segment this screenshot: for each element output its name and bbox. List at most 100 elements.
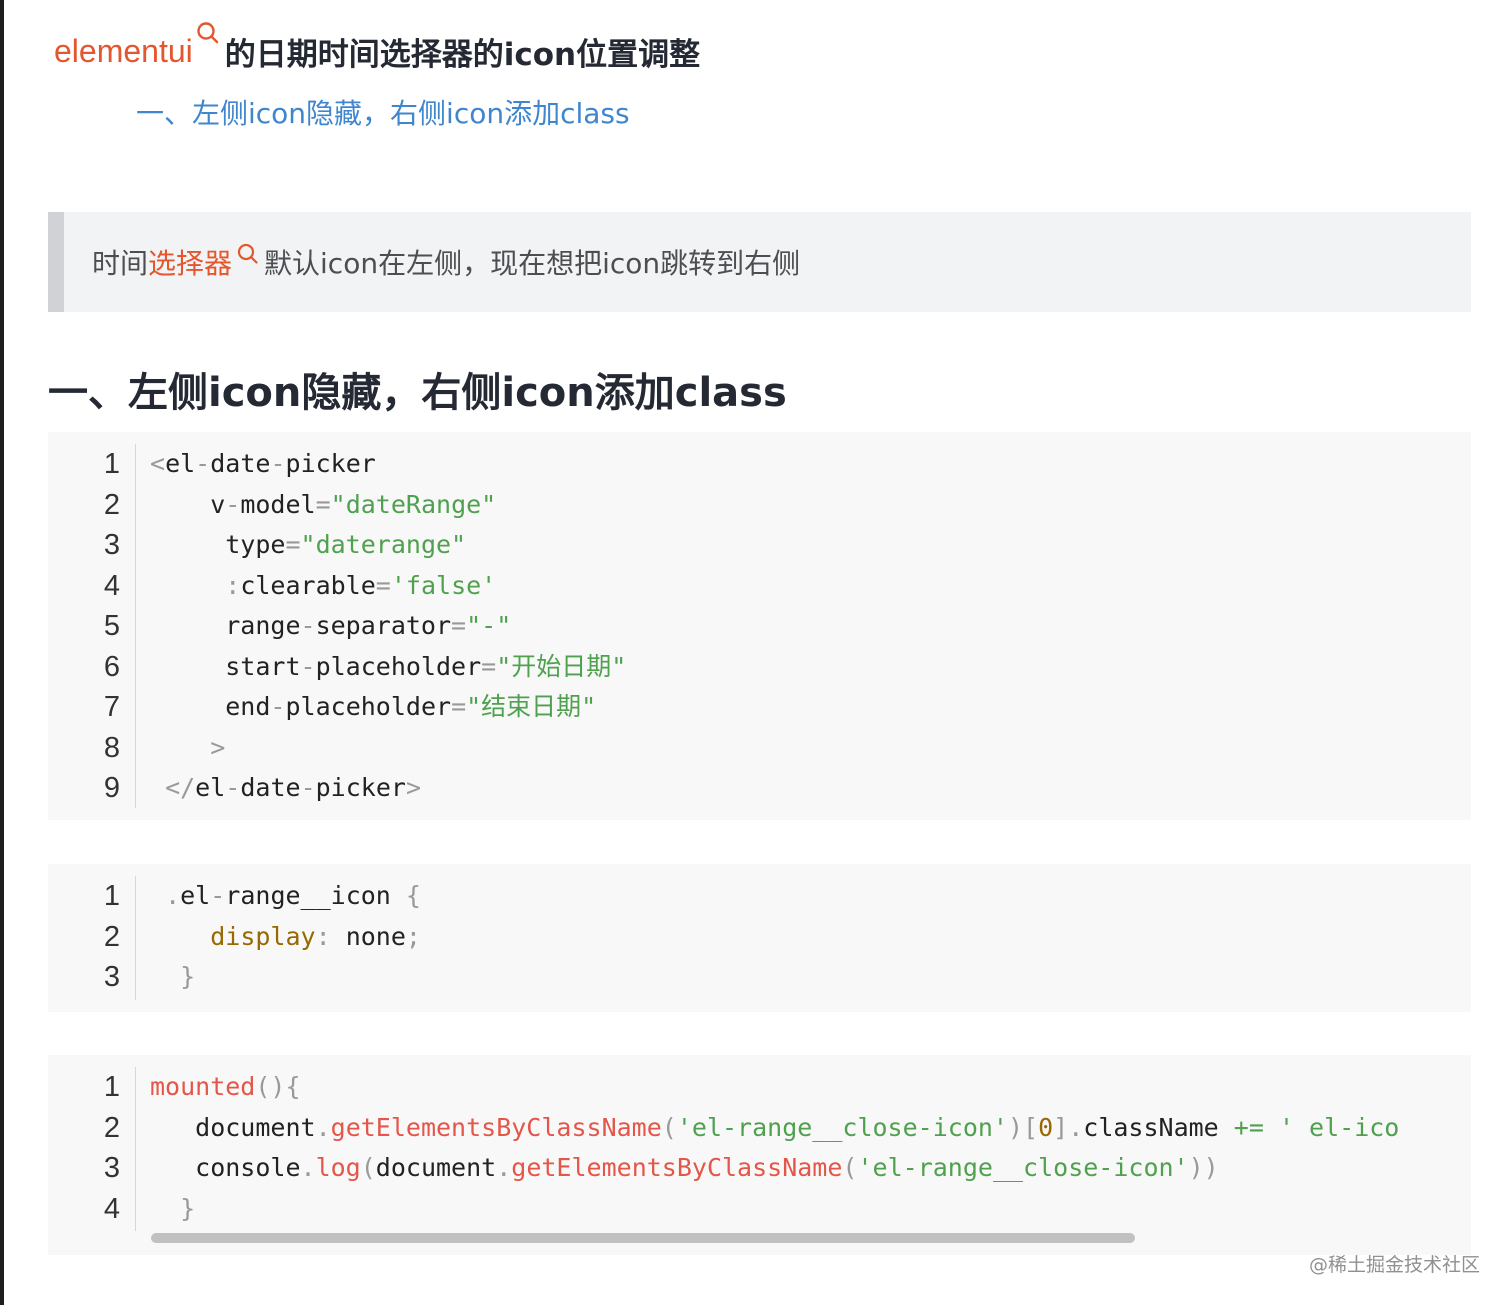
code-token: .	[165, 881, 181, 910]
code-token: el	[165, 449, 196, 478]
code-token: -	[270, 449, 286, 478]
code-token: =	[285, 530, 301, 559]
code-line: start-placeholder="开始日期"	[150, 647, 626, 688]
code-token: document	[150, 1112, 316, 1142]
code-token: -	[300, 773, 316, 802]
line-number-gutter: 1 2 3 4	[48, 1067, 135, 1229]
gutter-divider	[135, 876, 136, 1000]
code-line: .el-range__icon {	[150, 876, 421, 917]
code-line: console.log(document.getElementsByClassN…	[150, 1148, 1399, 1189]
code-token: placeholder	[315, 651, 482, 681]
code-line: v-model="dateRange"	[150, 485, 626, 526]
code-token: +=	[1233, 1112, 1264, 1142]
code-block-template[interactable]: 123456789 <el-date-picker v-model="dateR…	[48, 432, 1471, 820]
code-token: "dateRange"	[330, 489, 497, 519]
code-token: end	[150, 692, 271, 721]
code-token: =	[451, 611, 467, 640]
code-token: =	[481, 651, 497, 681]
code-token: picker	[285, 449, 376, 478]
code-token: display	[210, 921, 316, 951]
line-number: 1	[103, 448, 120, 480]
code-token: placeholder	[285, 692, 452, 721]
line-number: 8	[103, 731, 120, 764]
code-token: document	[375, 1153, 497, 1182]
code-line: <el-date-picker	[150, 444, 626, 485]
line-number: 3	[103, 961, 120, 993]
blockquote: 时间 选择器 默认icon在左侧，现在想把icon跳转到右侧	[48, 212, 1471, 312]
code-token: -	[225, 773, 241, 802]
code-token: clearable	[240, 570, 376, 600]
code-token: model	[240, 489, 316, 519]
quote-keyword-link[interactable]: 选择器	[148, 242, 232, 282]
code-token: "-"	[466, 611, 512, 640]
code-line: }	[150, 1189, 1399, 1230]
code-token: (	[661, 1112, 677, 1142]
code-token: .	[300, 1153, 316, 1182]
code-line: document.getElementsByClassName('el-rang…	[150, 1108, 1399, 1149]
section-heading: 一、左侧icon隐藏，右侧icon添加class	[48, 370, 787, 416]
code-token: ))	[1188, 1153, 1219, 1182]
code-line: type="daterange"	[150, 525, 626, 566]
code-token: "开始日期"	[496, 651, 627, 681]
code-token: separator	[315, 611, 452, 640]
code-token: =	[375, 570, 391, 600]
code-token: className	[1083, 1112, 1234, 1142]
code-token: (	[842, 1153, 858, 1182]
quote-suffix: 默认icon在左侧，现在想把icon跳转到右侧	[264, 247, 801, 280]
code-token: v	[150, 489, 226, 519]
code-token: ;	[405, 921, 421, 951]
code-token: range__icon	[225, 881, 406, 910]
code-token: 0	[1038, 1112, 1054, 1142]
window-left-edge	[0, 0, 4, 1305]
code-token: :	[225, 570, 241, 600]
code-token: date	[210, 449, 271, 478]
code-token: -	[270, 692, 286, 721]
code-token: }	[180, 962, 196, 991]
code-line: }	[150, 957, 421, 998]
code-token: getElementsByClassName	[330, 1112, 662, 1142]
code-lines: <el-date-picker v-model="dateRange" type…	[150, 444, 626, 809]
code-token: none	[330, 921, 406, 951]
line-number: 3	[103, 529, 120, 561]
horizontal-scrollbar[interactable]	[151, 1233, 1135, 1243]
line-number: 9	[103, 772, 120, 804]
code-token: getElementsByClassName	[511, 1153, 843, 1182]
code-token: .	[315, 1112, 331, 1142]
code-token: log	[315, 1153, 361, 1182]
line-number-gutter: 1 2 3	[48, 876, 135, 998]
line-number: 4	[103, 1192, 120, 1225]
search-icon[interactable]	[236, 242, 260, 272]
code-token: -	[225, 489, 241, 519]
code-token: console	[150, 1153, 301, 1182]
code-token: el	[195, 773, 226, 802]
title-keyword-link[interactable]: elementui	[54, 33, 193, 70]
title-text: 的日期时间选择器的icon位置调整	[224, 36, 701, 73]
code-token: mounted	[150, 1072, 256, 1101]
code-block-css[interactable]: 1 2 3 .el-range__icon { display: none; }	[48, 864, 1471, 1012]
toc-item-1[interactable]: 一、左侧icon隐藏，右侧icon添加class	[136, 92, 630, 132]
line-number: 1	[103, 1071, 120, 1103]
line-number: 4	[103, 569, 120, 602]
code-lines: mounted(){ document.getElementsByClassNa…	[150, 1067, 1399, 1229]
code-token: 'false'	[390, 570, 497, 600]
gutter-divider	[135, 1067, 136, 1231]
code-token: date	[240, 773, 301, 802]
code-token: picker	[315, 773, 406, 802]
code-token: ' el-ico	[1263, 1112, 1400, 1142]
line-number: 3	[103, 1152, 120, 1184]
code-token: type	[150, 530, 286, 559]
line-number: 2	[103, 920, 120, 953]
search-icon[interactable]	[195, 20, 221, 54]
code-token: 'el-range__close-icon'	[857, 1153, 1189, 1182]
code-line: >	[150, 728, 626, 769]
code-token: >	[210, 732, 226, 762]
code-block-js[interactable]: 1234 mounted(){ document.getElementsByCl…	[48, 1055, 1471, 1255]
line-number: 5	[103, 610, 120, 642]
code-token: -	[210, 881, 226, 910]
